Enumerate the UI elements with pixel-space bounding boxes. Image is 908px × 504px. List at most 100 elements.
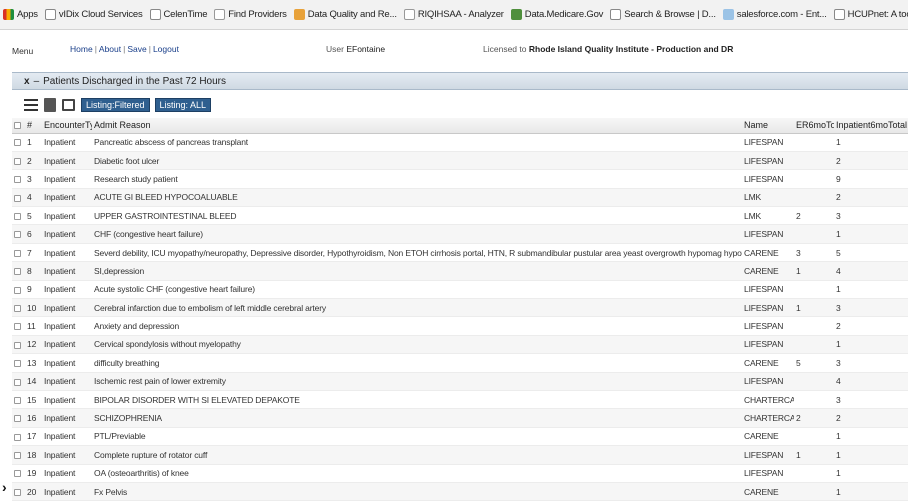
listing-filtered-button[interactable]: Listing:Filtered xyxy=(81,97,150,112)
table-row[interactable]: 18 Inpatient Complete rupture of rotator c… xyxy=(12,445,908,465)
er-6mo-total xyxy=(794,188,834,208)
col-header-name[interactable]: Name xyxy=(742,118,794,134)
table-row[interactable]: 1 Inpatient Pancreatic abscess of pancreas… xyxy=(12,133,908,152)
row-checkbox[interactable] xyxy=(12,261,25,281)
table-row[interactable]: 16InpatientSCHIZOPHRENIACHARTERCARE22 xyxy=(12,408,908,428)
row-checkbox[interactable] xyxy=(12,151,25,171)
row-checkbox[interactable] xyxy=(12,224,25,244)
bookmark-item[interactable]: vIDix Cloud Services xyxy=(44,9,143,20)
bookmark-item[interactable]: Data Quality and Re... xyxy=(293,9,397,20)
home-link[interactable]: Home xyxy=(70,44,93,54)
select-all-checkbox[interactable] xyxy=(12,118,25,134)
row-checkbox[interactable] xyxy=(12,316,25,336)
inpatient-6mo-total: 1 xyxy=(834,335,908,355)
row-number: 20 xyxy=(25,482,42,502)
encounter-type: Inpatient xyxy=(42,261,92,281)
er-6mo-total: 2 xyxy=(794,206,834,226)
bookmark-item[interactable]: Search & Browse | D... xyxy=(610,9,716,20)
col-header-number[interactable]: # xyxy=(25,118,42,134)
export-icon[interactable] xyxy=(62,98,75,111)
table-row[interactable]: 10 Inpatient Cerebral infarction due to em… xyxy=(12,298,908,318)
row-checkbox[interactable] xyxy=(12,169,25,189)
row-number: 6 xyxy=(25,224,42,244)
collapse-icon[interactable]: – xyxy=(34,76,40,87)
er-6mo-total: 1 xyxy=(794,261,834,281)
bookmark-label: HCUPnet: A tool for ... xyxy=(847,9,908,20)
row-checkbox[interactable] xyxy=(12,372,25,391)
page-icon xyxy=(149,9,161,20)
table-row[interactable]: 11 Inpatient Anxiety and depression LIFESPA… xyxy=(12,316,908,336)
row-checkbox[interactable] xyxy=(12,445,25,465)
bookmark-item[interactable]: Find Providers xyxy=(214,9,287,20)
provider-name: CARENE xyxy=(742,261,794,281)
col-header-inpatient-6mo-total[interactable]: Inpatient6moTotal xyxy=(834,118,908,134)
row-checkbox[interactable] xyxy=(12,482,25,502)
row-checkbox[interactable] xyxy=(12,464,25,483)
table-row[interactable]: 3 Inpatient Research study patient LIFESPAN… xyxy=(12,169,908,189)
col-header-encounter-type[interactable]: EncounterType xyxy=(42,118,92,134)
admit-reason: Ischemic rest pain of lower extremity xyxy=(92,372,742,391)
table-row[interactable]: 7 Inpatient Severd debility, ICU myopathy/… xyxy=(12,243,908,263)
inpatient-6mo-total: 2 xyxy=(834,316,908,336)
table-row[interactable]: 12 Inpatient Cervical spondylosis without … xyxy=(12,335,908,355)
expand-arrow-icon[interactable]: › xyxy=(2,479,7,495)
col-header-admit-reason[interactable]: Admit Reason xyxy=(92,118,742,134)
row-checkbox[interactable] xyxy=(12,243,25,263)
row-checkbox[interactable] xyxy=(12,335,25,355)
table-row[interactable]: 2 Inpatient Diabetic foot ulcer LIFESPAN 2 xyxy=(12,151,908,171)
inpatient-6mo-total: 4 xyxy=(834,261,908,281)
row-checkbox[interactable] xyxy=(12,206,25,226)
bookmark-label: Apps xyxy=(17,9,38,20)
row-checkbox[interactable] xyxy=(12,390,25,410)
row-checkbox[interactable] xyxy=(12,427,25,447)
bookmark-item[interactable]: Data.Medicare.Gov xyxy=(510,9,603,20)
bookmark-item[interactable]: HCUPnet: A tool for ... xyxy=(833,9,908,20)
apps-grid-icon xyxy=(3,9,14,20)
provider-name: LIFESPAN xyxy=(742,224,794,244)
bookmark-label: Find Providers xyxy=(228,9,287,20)
row-checkbox[interactable] xyxy=(12,408,25,428)
listing-all-button[interactable]: Listing: ALL xyxy=(154,97,212,112)
row-number: 12 xyxy=(25,335,42,355)
table-row[interactable]: 19 Inpatient OA (osteoarthritis) of knee LI… xyxy=(12,464,908,483)
admit-reason: BIPOLAR DISORDER WITH SI ELEVATED DEPAKO… xyxy=(92,390,742,410)
row-checkbox[interactable] xyxy=(12,280,25,300)
table-row[interactable]: 13 Inpatient difficulty breathing CARENE 5 3 xyxy=(12,353,908,373)
table-row[interactable]: 20 Inpatient Fx Pelvis CARENE 1 xyxy=(12,482,908,502)
about-link[interactable]: About xyxy=(99,44,121,54)
admit-reason: ACUTE GI BLEED HYPOCOALUABLE xyxy=(92,188,742,208)
row-checkbox[interactable] xyxy=(12,188,25,208)
row-checkbox[interactable] xyxy=(12,133,25,152)
row-number: 15 xyxy=(25,390,42,410)
print-icon[interactable] xyxy=(44,97,56,112)
table-row[interactable]: 9 Inpatient Acute systolic CHF (congestive… xyxy=(12,280,908,300)
provider-name: LIFESPAN xyxy=(742,280,794,300)
table-row[interactable]: 8 Inpatient SI,depression CARENE 1 4 xyxy=(12,261,908,281)
table-row[interactable]: 6 Inpatient CHF (congestive heart failure)… xyxy=(12,224,908,244)
inpatient-6mo-total: 3 xyxy=(834,206,908,226)
table-row[interactable]: 4 Inpatient ACUTE GI BLEED HYPOCOALUABLE LM… xyxy=(12,188,908,208)
row-checkbox[interactable] xyxy=(12,298,25,318)
er-6mo-total: 5 xyxy=(794,353,834,373)
bookmark-item[interactable]: CelenTime xyxy=(149,9,207,20)
provider-name: CARENE xyxy=(742,427,794,447)
close-icon[interactable]: x xyxy=(24,76,30,87)
admit-reason: SI,depression xyxy=(92,261,742,281)
save-link[interactable]: Save xyxy=(127,44,146,54)
col-header-er-6mo-total[interactable]: ER6moTotal xyxy=(794,118,834,134)
bookmark-item[interactable]: salesforce.com - Ent... xyxy=(722,9,827,20)
bookmark-item[interactable]: RIQIHSAA - Analyzer xyxy=(403,9,504,20)
table-row[interactable]: 17 Inpatient PTL/Previable CARENE 1 xyxy=(12,427,908,447)
grid-toolbar: Listing:Filtered Listing: ALL xyxy=(12,92,908,117)
logout-link[interactable]: Logout xyxy=(153,44,179,54)
menu-button[interactable]: Menu xyxy=(12,46,33,56)
bookmark-item[interactable]: Apps xyxy=(3,9,38,20)
row-checkbox[interactable] xyxy=(12,353,25,373)
top-menu-bar: Menu Home | About | Save | Logout User EFontai… xyxy=(0,30,908,66)
encounter-type: Inpatient xyxy=(42,427,92,447)
table-row[interactable]: 14 Inpatient Ischemic rest pain of lower e… xyxy=(12,372,908,391)
page-icon xyxy=(833,9,845,20)
list-view-icon[interactable] xyxy=(24,98,38,112)
table-row[interactable]: 15 Inpatient BIPOLAR DISORDER WITH SI ELEV… xyxy=(12,390,908,410)
table-row[interactable]: 5 Inpatient UPPER GASTROINTESTINAL BLEED LM… xyxy=(12,206,908,226)
